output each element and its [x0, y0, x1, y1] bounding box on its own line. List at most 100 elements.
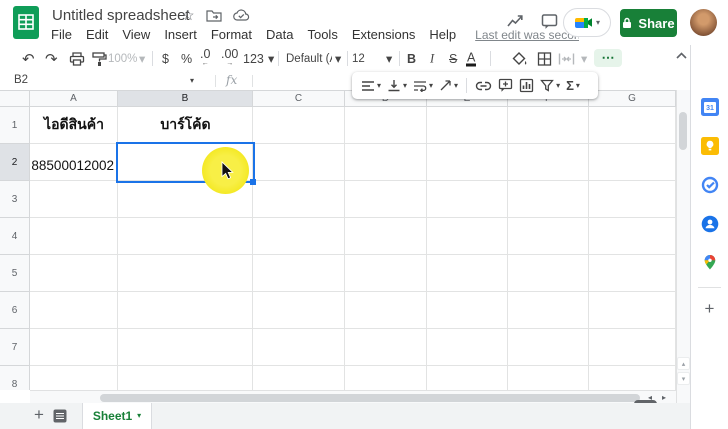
row-header-3[interactable]: 3 [0, 181, 30, 218]
chevron-down-icon[interactable]: ▾ [335, 52, 341, 65]
add-sheet-button[interactable]: + [30, 405, 48, 425]
divider [399, 51, 400, 66]
zoom-select[interactable]: 100% [108, 53, 137, 65]
gridline-row [30, 181, 676, 218]
scroll-right-button[interactable]: ▸ [662, 393, 666, 402]
document-title[interactable]: Untitled spreadsheet [52, 7, 190, 24]
cell-a2[interactable]: 88500012002 [30, 144, 118, 181]
paint-format-icon[interactable] [92, 51, 107, 66]
star-icon[interactable]: ☆ [182, 8, 195, 22]
tasks-icon[interactable] [701, 176, 719, 194]
horizontal-align-button[interactable]: ▾ [359, 80, 383, 92]
text-rotation-button[interactable]: ▾ [437, 79, 460, 92]
row-header-1[interactable]: 1 [0, 107, 30, 144]
move-folder-icon[interactable] [205, 9, 222, 22]
keep-icon[interactable] [700, 137, 719, 155]
borders-icon[interactable] [537, 51, 552, 66]
more-toolbar-button[interactable]: ⋯ [594, 49, 622, 67]
tab-sheet1[interactable]: Sheet1 ▾ [82, 403, 152, 429]
bold-button[interactable]: B [407, 52, 416, 66]
chevron-down-icon: ▾ [575, 80, 580, 90]
chevron-down-icon[interactable]: ▾ [139, 52, 145, 65]
text-color-button[interactable]: A [466, 51, 477, 66]
spreadsheet-grid[interactable]: ไอดีสินค้า บาร์โค้ด 88500012002 [30, 107, 676, 390]
avatar[interactable] [690, 9, 717, 36]
percent-format-button[interactable]: % [181, 52, 192, 66]
menu-format[interactable]: Format [204, 26, 259, 43]
share-button[interactable]: Share [620, 9, 677, 37]
font-family-select[interactable]: Default (Ari… [286, 53, 332, 65]
select-all-corner[interactable] [0, 90, 30, 107]
functions-button[interactable]: Σ ▾ [564, 78, 582, 93]
name-box[interactable]: B2 [14, 74, 28, 86]
calendar-icon[interactable]: 31 [700, 98, 719, 116]
menu-extensions[interactable]: Extensions [345, 26, 423, 43]
font-size-select[interactable]: 12 [352, 53, 365, 65]
menu-view[interactable]: View [115, 26, 157, 43]
svg-text:31: 31 [706, 105, 714, 112]
divider [252, 75, 253, 87]
arrow-right-icon: → [226, 59, 234, 67]
insert-comment-icon[interactable] [496, 78, 515, 93]
chevron-down-icon[interactable]: ▾ [581, 52, 587, 65]
row-header-2[interactable]: 2 [0, 144, 30, 181]
row-header-6[interactable]: 6 [0, 292, 30, 329]
row-header-5[interactable]: 5 [0, 255, 30, 292]
create-filter-button[interactable]: ▾ [538, 79, 562, 92]
cell-b1[interactable]: บาร์โค้ด [118, 107, 253, 144]
chevron-down-icon[interactable]: ▾ [386, 52, 392, 65]
menu-edit[interactable]: Edit [79, 26, 115, 43]
menu-file[interactable]: File [44, 26, 79, 43]
row-header-4[interactable]: 4 [0, 218, 30, 255]
italic-button[interactable]: I [430, 51, 434, 66]
text-wrap-button[interactable]: ▾ [411, 80, 435, 92]
column-header-b[interactable]: B [118, 90, 253, 107]
column-header-a[interactable]: A [30, 90, 118, 107]
menu-insert[interactable]: Insert [157, 26, 204, 43]
row-header-7[interactable]: 7 [0, 329, 30, 366]
fill-color-icon[interactable] [512, 51, 528, 66]
increase-decimals-button[interactable]: .00 → [221, 47, 238, 68]
horizontal-scrollbar-thumb[interactable] [100, 394, 640, 402]
maps-icon[interactable] [702, 254, 718, 271]
get-add-ons-button[interactable]: + [691, 299, 728, 319]
currency-format-button[interactable]: $ [162, 52, 169, 66]
cell-a1[interactable]: ไอดีสินค้า [30, 107, 118, 144]
redo-icon[interactable]: ↷ [45, 50, 58, 68]
vertical-scrollbar-thumb[interactable] [679, 112, 687, 150]
chevron-down-icon[interactable]: ▾ [268, 52, 274, 65]
insert-chart-icon[interactable] [517, 78, 536, 93]
row-header-8[interactable]: 8 [0, 366, 30, 390]
undo-icon[interactable]: ↶ [22, 50, 35, 68]
horizontal-scrollbar[interactable]: ◂ ▸ [30, 390, 676, 403]
meet-button[interactable]: ▾ [563, 8, 611, 37]
vertical-align-button[interactable]: ▾ [385, 79, 409, 92]
gridline-row [30, 218, 676, 255]
all-sheets-icon[interactable] [53, 409, 67, 423]
last-edit-link[interactable]: Last edit was seconds… [475, 28, 579, 42]
scroll-down-button[interactable]: ▾ [677, 372, 690, 385]
number-format-button[interactable]: 123 [243, 52, 264, 66]
divider [152, 51, 153, 66]
menu-tools[interactable]: Tools [300, 26, 344, 43]
sheets-logo-icon[interactable] [13, 6, 39, 39]
comment-history-icon[interactable] [541, 13, 558, 30]
cloud-saved-icon[interactable] [232, 9, 250, 21]
collapse-toolbar-icon[interactable] [675, 51, 688, 60]
column-header-c[interactable]: C [253, 90, 345, 107]
menu-help[interactable]: Help [422, 26, 463, 43]
contacts-icon[interactable] [701, 215, 719, 233]
chevron-down-icon: ▾ [556, 80, 561, 90]
scroll-up-button[interactable]: ▴ [677, 357, 690, 370]
strikethrough-button[interactable]: S [449, 52, 457, 66]
sheet-tab-bar: + Sheet1 ▾ [0, 403, 690, 429]
version-history-icon[interactable] [506, 13, 525, 28]
fill-handle[interactable] [250, 179, 256, 185]
chevron-down-icon[interactable]: ▾ [190, 77, 194, 85]
decrease-decimals-button[interactable]: .0 ← [200, 47, 210, 68]
menu-data[interactable]: Data [259, 26, 300, 43]
merge-cells-icon[interactable] [558, 52, 575, 65]
insert-link-icon[interactable] [473, 81, 494, 91]
column-header-g[interactable]: G [589, 90, 676, 107]
print-icon[interactable] [69, 51, 85, 66]
